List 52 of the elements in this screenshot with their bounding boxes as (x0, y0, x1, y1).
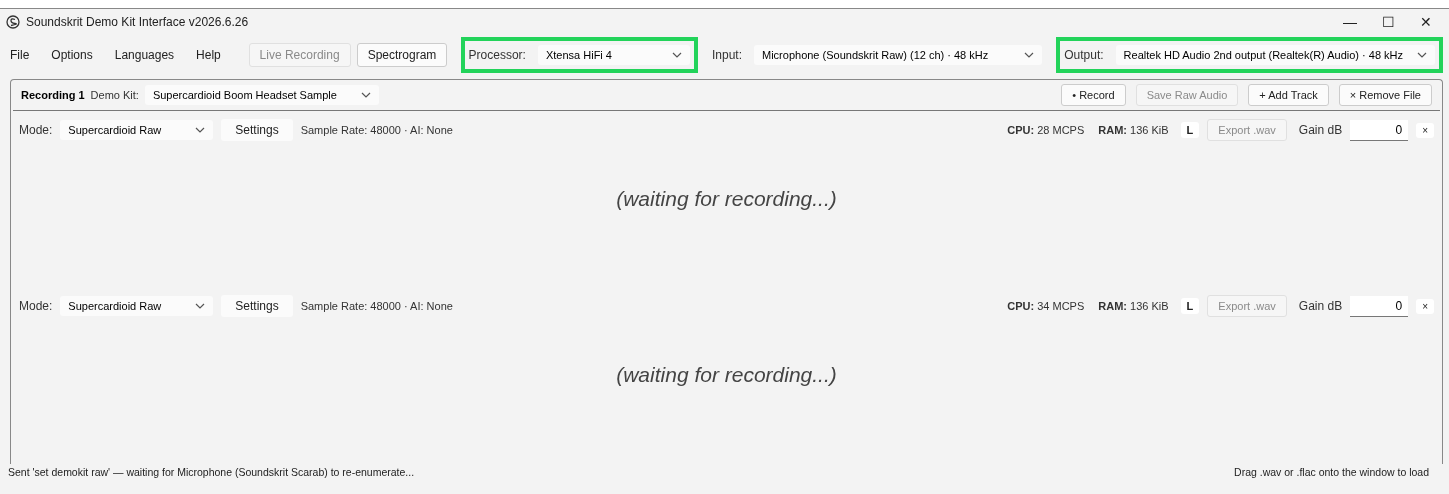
recording-tab[interactable]: Recording 1 (21, 89, 85, 101)
remove-track-button[interactable]: × (1416, 122, 1434, 138)
menu-item[interactable]: Languages (110, 48, 187, 62)
device-dropdown[interactable]: Xtensa HiFi 4 (537, 45, 690, 65)
action-button[interactable]: • Record (1061, 84, 1126, 106)
action-button[interactable]: × Remove File (1338, 84, 1432, 106)
chevron-icon (195, 127, 206, 133)
device-dropdown[interactable]: Realtek HD Audio 2nd output (Realtek(R) Audio) · 48 kHz (1115, 45, 1435, 65)
cpu-usage: CPU: 34 MCPS (1007, 300, 1085, 312)
chevron-icon (672, 52, 682, 58)
field-label: Gain dB (1298, 299, 1343, 313)
ram-usage: RAM: 136 KiB (1098, 124, 1169, 136)
field-label: Output: (1064, 48, 1104, 62)
field-label: Mode: (19, 299, 53, 313)
waiting-message: (waiting for recording...) (616, 363, 837, 387)
settings-button[interactable]: Settings (221, 295, 293, 317)
gain-field[interactable]: 0 (1350, 295, 1409, 317)
channel-button[interactable]: L (1180, 122, 1200, 138)
field-label: Processor: (468, 48, 526, 62)
app-logo-icon (6, 15, 20, 29)
menu-item[interactable]: Options (47, 48, 105, 62)
device-dropdown[interactable]: Microphone (Soundskrit Raw) (12 ch) · 48 kHz (754, 45, 1043, 65)
window-title: Soundskrit Demo Kit Interface v2026.6.26 (26, 15, 250, 29)
gain-field[interactable]: 0 (1350, 119, 1409, 141)
settings-button[interactable]: Settings (221, 119, 293, 141)
status-hint: Drag .wav or .flac onto the window to load (1234, 466, 1429, 478)
window-control[interactable]: — (1335, 14, 1365, 30)
chevron-icon (1024, 52, 1035, 58)
menu-item[interactable]: File (6, 48, 42, 62)
channel-button[interactable]: L (1180, 298, 1200, 314)
toolbar-button[interactable]: Spectrogram (356, 43, 448, 67)
kit-dropdown[interactable]: Supercardioid Boom Headset Sample (144, 85, 379, 105)
mode-dropdown[interactable]: Supercardioid Raw (60, 296, 214, 316)
track-info: Sample Rate: 48000 · AI: None (300, 124, 453, 136)
field-label: Demo Kit: (90, 89, 139, 101)
cpu-usage: CPU: 28 MCPS (1007, 124, 1085, 136)
chevron-icon (1417, 52, 1427, 58)
track-info: Sample Rate: 48000 · AI: None (300, 300, 453, 312)
chevron-icon (195, 303, 206, 309)
window-control[interactable]: ☐ (1373, 14, 1403, 30)
waiting-message: (waiting for recording...) (616, 187, 837, 211)
ram-usage: RAM: 136 KiB (1098, 300, 1169, 312)
mode-dropdown[interactable]: Supercardioid Raw (60, 120, 214, 140)
field-label: Input: (712, 48, 742, 62)
window-control[interactable]: ✕ (1411, 14, 1441, 30)
field-label: Gain dB (1298, 123, 1343, 137)
field-label: Mode: (19, 123, 53, 137)
remove-track-button[interactable]: × (1416, 298, 1434, 314)
menu-item[interactable]: Help (192, 48, 233, 62)
chevron-icon (360, 92, 371, 98)
status-message: Sent 'set demokit raw' — waiting for Microphone (Soundskrit Scarab) to re-enumerate... (8, 466, 415, 478)
action-button[interactable]: + Add Track (1248, 84, 1329, 106)
